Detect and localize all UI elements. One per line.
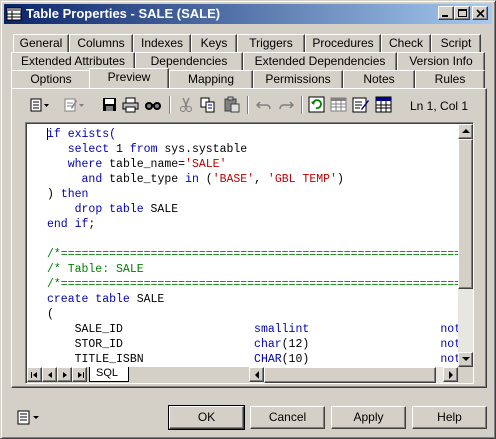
- close-button[interactable]: [472, 6, 488, 20]
- tab-rules[interactable]: Rules: [415, 70, 485, 88]
- table-app-icon: [6, 6, 22, 22]
- cut-icon[interactable]: [177, 96, 195, 114]
- tab-script[interactable]: Script: [431, 34, 481, 52]
- arrow-right-icon: [449, 371, 453, 379]
- arrow-last-icon: [78, 372, 84, 378]
- arrow-right-icon: [63, 372, 67, 378]
- find-icon[interactable]: [144, 96, 162, 114]
- undo-icon[interactable]: [255, 96, 273, 114]
- arrow-left-icon: [255, 371, 259, 379]
- code-line: SALE_ID smallint not: [47, 323, 458, 336]
- scroll-down-button[interactable]: [458, 352, 473, 367]
- tab-version-info[interactable]: Version Info: [397, 52, 485, 70]
- tab-permissions[interactable]: Permissions: [253, 70, 343, 88]
- copy-icon[interactable]: [199, 96, 217, 114]
- tab-triggers[interactable]: Triggers: [237, 34, 305, 52]
- maximize-icon: [458, 9, 467, 17]
- tab-columns[interactable]: Columns: [69, 34, 133, 52]
- sql-editor[interactable]: if exists( select 1 from sys.systable wh…: [25, 122, 474, 384]
- tab-notes[interactable]: Notes: [343, 70, 415, 88]
- code-line: /*======================================…: [47, 278, 458, 291]
- maximize-button[interactable]: [454, 6, 470, 20]
- last-sheet-button[interactable]: [72, 367, 87, 382]
- table-icon[interactable]: [330, 96, 348, 114]
- code-line: STOR_ID char(12) not: [47, 338, 458, 351]
- redo-icon[interactable]: [277, 96, 295, 114]
- cancel-button[interactable]: Cancel: [250, 406, 325, 429]
- toolbar-separator: [301, 96, 303, 114]
- tab-mapping[interactable]: Mapping: [169, 70, 253, 88]
- code-line: end if;: [47, 218, 96, 231]
- edit-doc-icon[interactable]: [352, 96, 370, 114]
- arrow-up-icon: [462, 129, 470, 133]
- next-sheet-button[interactable]: [57, 367, 72, 382]
- minimize-button[interactable]: [438, 6, 454, 20]
- toolbar-separator: [169, 96, 171, 114]
- properties-menu-icon[interactable]: [29, 96, 49, 114]
- tab-general[interactable]: General: [13, 34, 69, 52]
- apply-button[interactable]: Apply: [331, 406, 406, 429]
- tab-preview[interactable]: Preview: [89, 68, 169, 88]
- edit-menu-icon[interactable]: [63, 96, 84, 114]
- code-line: (: [47, 308, 54, 321]
- code-line: TITLE_ISBN CHAR(10) not: [47, 353, 458, 366]
- tab-options[interactable]: Options: [11, 70, 91, 88]
- print-icon[interactable]: [122, 96, 140, 114]
- code-line: ) then: [47, 188, 89, 201]
- sheet-tab-sql[interactable]: SQL: [89, 367, 129, 382]
- properties-menu-button[interactable]: [17, 409, 47, 427]
- scroll-up-button[interactable]: [458, 124, 473, 139]
- dialog-window: Table Properties - SALE (SALE) General C…: [0, 0, 496, 439]
- tab-extended-dependencies[interactable]: Extended Dependencies: [243, 52, 397, 70]
- help-button[interactable]: Help: [412, 406, 487, 429]
- tab-check[interactable]: Check: [381, 34, 431, 52]
- arrow-down-icon: [462, 357, 470, 361]
- close-icon: [476, 9, 485, 18]
- scroll-left-button[interactable]: [249, 367, 264, 382]
- code-line: drop table SALE: [74, 203, 179, 216]
- window-title: Table Properties - SALE (SALE): [26, 6, 221, 21]
- arrow-first-icon: [31, 372, 37, 378]
- code-line: /* Table: SALE: [47, 263, 144, 276]
- scroll-right-button[interactable]: [443, 367, 458, 382]
- code-line: if exists(: [47, 128, 117, 141]
- code-line: /*======================================…: [47, 248, 458, 261]
- save-icon[interactable]: [101, 96, 119, 114]
- scroll-thumb[interactable]: [458, 139, 473, 289]
- toolbar-separator: [247, 96, 249, 114]
- code-line: select 1 from sys.systable: [67, 143, 248, 156]
- horizontal-scrollbar[interactable]: [249, 367, 458, 383]
- first-sheet-button[interactable]: [27, 367, 42, 382]
- ok-button[interactable]: OK: [168, 405, 245, 430]
- paste-icon[interactable]: [223, 96, 241, 114]
- cursor-position: Ln 1, Col 1: [410, 99, 469, 113]
- hscroll-thumb[interactable]: [264, 367, 436, 383]
- title-bar[interactable]: Table Properties - SALE (SALE): [4, 4, 492, 24]
- refresh-icon[interactable]: [308, 96, 326, 114]
- tab-procedures[interactable]: Procedures: [305, 34, 381, 52]
- grid-icon[interactable]: [375, 96, 393, 114]
- arrow-left-icon: [48, 372, 52, 378]
- tab-keys[interactable]: Keys: [191, 34, 237, 52]
- prev-sheet-button[interactable]: [42, 367, 57, 382]
- code-line: create table SALE: [47, 293, 165, 306]
- minimize-icon: [442, 15, 448, 17]
- tab-indexes[interactable]: Indexes: [133, 34, 191, 52]
- code-line: where table_name='SALE': [67, 158, 227, 171]
- code-line: and table_type in ('BASE', 'GBL TEMP'): [81, 173, 344, 186]
- code-area[interactable]: if exists( select 1 from sys.systable wh…: [27, 124, 458, 367]
- sheet-tab-bar: SQL: [27, 367, 473, 383]
- vertical-scrollbar[interactable]: [458, 124, 473, 367]
- properties-menu-icon: [17, 410, 39, 425]
